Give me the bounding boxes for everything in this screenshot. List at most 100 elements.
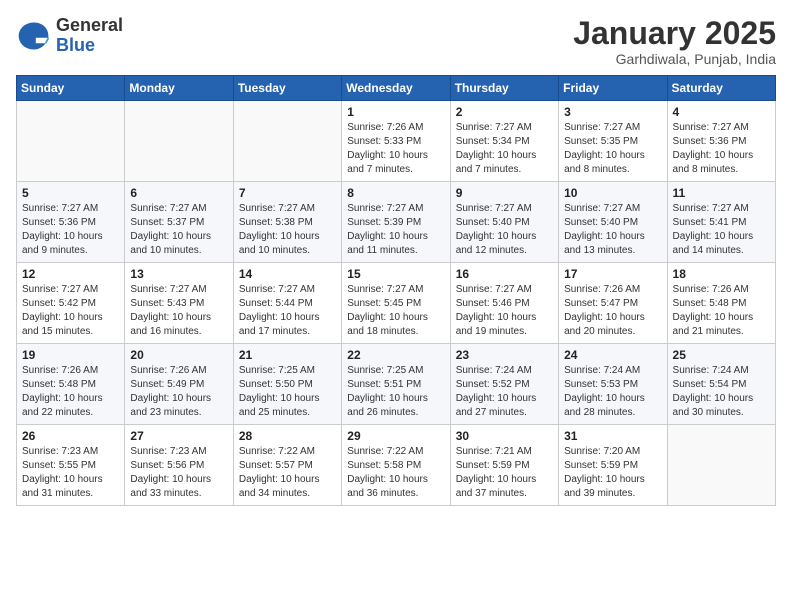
day-number: 21 — [239, 348, 336, 362]
calendar-cell: 6 Sunrise: 7:27 AM Sunset: 5:37 PM Daylig… — [125, 182, 233, 263]
day-number: 30 — [456, 429, 553, 443]
day-number: 7 — [239, 186, 336, 200]
day-number: 25 — [673, 348, 770, 362]
day-number: 9 — [456, 186, 553, 200]
day-info: Sunrise: 7:27 AM Sunset: 5:42 PM Dayligh… — [22, 283, 119, 339]
title-block: January 2025 Garhdiwala, Punjab, India — [573, 16, 776, 67]
day-info: Sunrise: 7:27 AM Sunset: 5:37 PM Dayligh… — [130, 202, 227, 258]
day-number: 27 — [130, 429, 227, 443]
day-info: Sunrise: 7:27 AM Sunset: 5:44 PM Dayligh… — [239, 283, 336, 339]
month-title: January 2025 — [573, 16, 776, 51]
calendar-cell — [17, 101, 125, 182]
day-info: Sunrise: 7:27 AM Sunset: 5:46 PM Dayligh… — [456, 283, 553, 339]
calendar-cell: 8Sunrise: 7:27 AM Sunset: 5:39 PM Daylig… — [342, 182, 450, 263]
calendar-cell: 13 Sunrise: 7:27 AM Sunset: 5:43 PM Dayli… — [125, 263, 233, 344]
day-number: 17 — [564, 267, 661, 281]
day-number: 4 — [673, 105, 770, 119]
day-number: 20 — [130, 348, 227, 362]
weekday-header-thursday: Thursday — [450, 76, 558, 101]
weekday-header-wednesday: Wednesday — [342, 76, 450, 101]
calendar-cell: 30 Sunrise: 7:21 AM Sunset: 5:59 PM Dayli… — [450, 425, 558, 506]
calendar-cell: 9 Sunrise: 7:27 AM Sunset: 5:40 PM Daylig… — [450, 182, 558, 263]
day-number: 5 — [22, 186, 119, 200]
day-info: Sunrise: 7:24 AM Sunset: 5:53 PM Dayligh… — [564, 364, 661, 420]
day-number: 13 — [130, 267, 227, 281]
logo: General Blue — [16, 16, 123, 56]
calendar-cell: 12 Sunrise: 7:27 AM Sunset: 5:42 PM Dayli… — [17, 263, 125, 344]
day-number: 28 — [239, 429, 336, 443]
day-info: Sunrise: 7:27 AM Sunset: 5:39 PM Dayligh… — [347, 202, 444, 258]
calendar-cell: 19 Sunrise: 7:26 AM Sunset: 5:48 PM Dayli… — [17, 344, 125, 425]
day-number: 26 — [22, 429, 119, 443]
calendar-cell: 27Sunrise: 7:23 AM Sunset: 5:56 PM Dayli… — [125, 425, 233, 506]
calendar-cell: 15Sunrise: 7:27 AM Sunset: 5:45 PM Dayli… — [342, 263, 450, 344]
calendar-cell: 16 Sunrise: 7:27 AM Sunset: 5:46 PM Dayli… — [450, 263, 558, 344]
weekday-header-friday: Friday — [559, 76, 667, 101]
weekday-header-sunday: Sunday — [17, 76, 125, 101]
day-number: 6 — [130, 186, 227, 200]
calendar-cell: 31Sunrise: 7:20 AM Sunset: 5:59 PM Dayli… — [559, 425, 667, 506]
calendar-cell: 28 Sunrise: 7:22 AM Sunset: 5:57 PM Dayli… — [233, 425, 341, 506]
day-info: Sunrise: 7:21 AM Sunset: 5:59 PM Dayligh… — [456, 445, 553, 501]
calendar-week-row: 19 Sunrise: 7:26 AM Sunset: 5:48 PM Dayli… — [17, 344, 776, 425]
page-header: General Blue January 2025 Garhdiwala, Pu… — [16, 16, 776, 67]
calendar-week-row: 1 Sunrise: 7:26 AM Sunset: 5:33 PM Daylig… — [17, 101, 776, 182]
day-info: Sunrise: 7:27 AM Sunset: 5:40 PM Dayligh… — [456, 202, 553, 258]
calendar-week-row: 12 Sunrise: 7:27 AM Sunset: 5:42 PM Dayli… — [17, 263, 776, 344]
day-info: Sunrise: 7:27 AM Sunset: 5:41 PM Dayligh… — [673, 202, 770, 258]
calendar-cell: 23Sunrise: 7:24 AM Sunset: 5:52 PM Dayli… — [450, 344, 558, 425]
day-info: Sunrise: 7:27 AM Sunset: 5:36 PM Dayligh… — [673, 121, 770, 177]
day-info: Sunrise: 7:26 AM Sunset: 5:49 PM Dayligh… — [130, 364, 227, 420]
day-info: Sunrise: 7:27 AM Sunset: 5:45 PM Dayligh… — [347, 283, 444, 339]
calendar-cell: 1 Sunrise: 7:26 AM Sunset: 5:33 PM Daylig… — [342, 101, 450, 182]
day-info: Sunrise: 7:20 AM Sunset: 5:59 PM Dayligh… — [564, 445, 661, 501]
calendar-cell — [233, 101, 341, 182]
calendar-cell: 24Sunrise: 7:24 AM Sunset: 5:53 PM Dayli… — [559, 344, 667, 425]
calendar-cell: 21 Sunrise: 7:25 AM Sunset: 5:50 PM Dayli… — [233, 344, 341, 425]
calendar-cell: 3 Sunrise: 7:27 AM Sunset: 5:35 PM Daylig… — [559, 101, 667, 182]
day-info: Sunrise: 7:22 AM Sunset: 5:58 PM Dayligh… — [347, 445, 444, 501]
day-info: Sunrise: 7:22 AM Sunset: 5:57 PM Dayligh… — [239, 445, 336, 501]
day-number: 29 — [347, 429, 444, 443]
day-info: Sunrise: 7:26 AM Sunset: 5:33 PM Dayligh… — [347, 121, 444, 177]
day-info: Sunrise: 7:27 AM Sunset: 5:43 PM Dayligh… — [130, 283, 227, 339]
calendar-cell: 22 Sunrise: 7:25 AM Sunset: 5:51 PM Dayli… — [342, 344, 450, 425]
day-number: 3 — [564, 105, 661, 119]
day-info: Sunrise: 7:26 AM Sunset: 5:47 PM Dayligh… — [564, 283, 661, 339]
logo-icon — [16, 18, 52, 54]
day-info: Sunrise: 7:26 AM Sunset: 5:48 PM Dayligh… — [22, 364, 119, 420]
calendar-week-row: 26Sunrise: 7:23 AM Sunset: 5:55 PM Dayli… — [17, 425, 776, 506]
day-number: 16 — [456, 267, 553, 281]
calendar-cell: 11 Sunrise: 7:27 AM Sunset: 5:41 PM Dayli… — [667, 182, 775, 263]
calendar-cell: 4 Sunrise: 7:27 AM Sunset: 5:36 PM Daylig… — [667, 101, 775, 182]
calendar-cell — [125, 101, 233, 182]
calendar-cell: 18 Sunrise: 7:26 AM Sunset: 5:48 PM Dayli… — [667, 263, 775, 344]
day-number: 1 — [347, 105, 444, 119]
day-info: Sunrise: 7:24 AM Sunset: 5:54 PM Dayligh… — [673, 364, 770, 420]
day-number: 19 — [22, 348, 119, 362]
day-info: Sunrise: 7:27 AM Sunset: 5:36 PM Dayligh… — [22, 202, 119, 258]
day-info: Sunrise: 7:26 AM Sunset: 5:48 PM Dayligh… — [673, 283, 770, 339]
day-info: Sunrise: 7:25 AM Sunset: 5:51 PM Dayligh… — [347, 364, 444, 420]
day-number: 12 — [22, 267, 119, 281]
calendar-cell: 10Sunrise: 7:27 AM Sunset: 5:40 PM Dayli… — [559, 182, 667, 263]
day-info: Sunrise: 7:25 AM Sunset: 5:50 PM Dayligh… — [239, 364, 336, 420]
weekday-header-saturday: Saturday — [667, 76, 775, 101]
calendar-cell: 5 Sunrise: 7:27 AM Sunset: 5:36 PM Daylig… — [17, 182, 125, 263]
day-info: Sunrise: 7:27 AM Sunset: 5:34 PM Dayligh… — [456, 121, 553, 177]
weekday-header-row: SundayMondayTuesdayWednesdayThursdayFrid… — [17, 76, 776, 101]
calendar-cell: 2 Sunrise: 7:27 AM Sunset: 5:34 PM Daylig… — [450, 101, 558, 182]
weekday-header-monday: Monday — [125, 76, 233, 101]
day-number: 11 — [673, 186, 770, 200]
day-number: 18 — [673, 267, 770, 281]
logo-text: General Blue — [56, 16, 123, 56]
day-number: 22 — [347, 348, 444, 362]
calendar-cell: 20 Sunrise: 7:26 AM Sunset: 5:49 PM Dayli… — [125, 344, 233, 425]
day-number: 2 — [456, 105, 553, 119]
calendar-cell: 25 Sunrise: 7:24 AM Sunset: 5:54 PM Dayli… — [667, 344, 775, 425]
calendar-cell: 29 Sunrise: 7:22 AM Sunset: 5:58 PM Dayli… — [342, 425, 450, 506]
day-info: Sunrise: 7:27 AM Sunset: 5:35 PM Dayligh… — [564, 121, 661, 177]
day-info: Sunrise: 7:27 AM Sunset: 5:40 PM Dayligh… — [564, 202, 661, 258]
calendar-cell: 26Sunrise: 7:23 AM Sunset: 5:55 PM Dayli… — [17, 425, 125, 506]
calendar-cell: 14Sunrise: 7:27 AM Sunset: 5:44 PM Dayli… — [233, 263, 341, 344]
